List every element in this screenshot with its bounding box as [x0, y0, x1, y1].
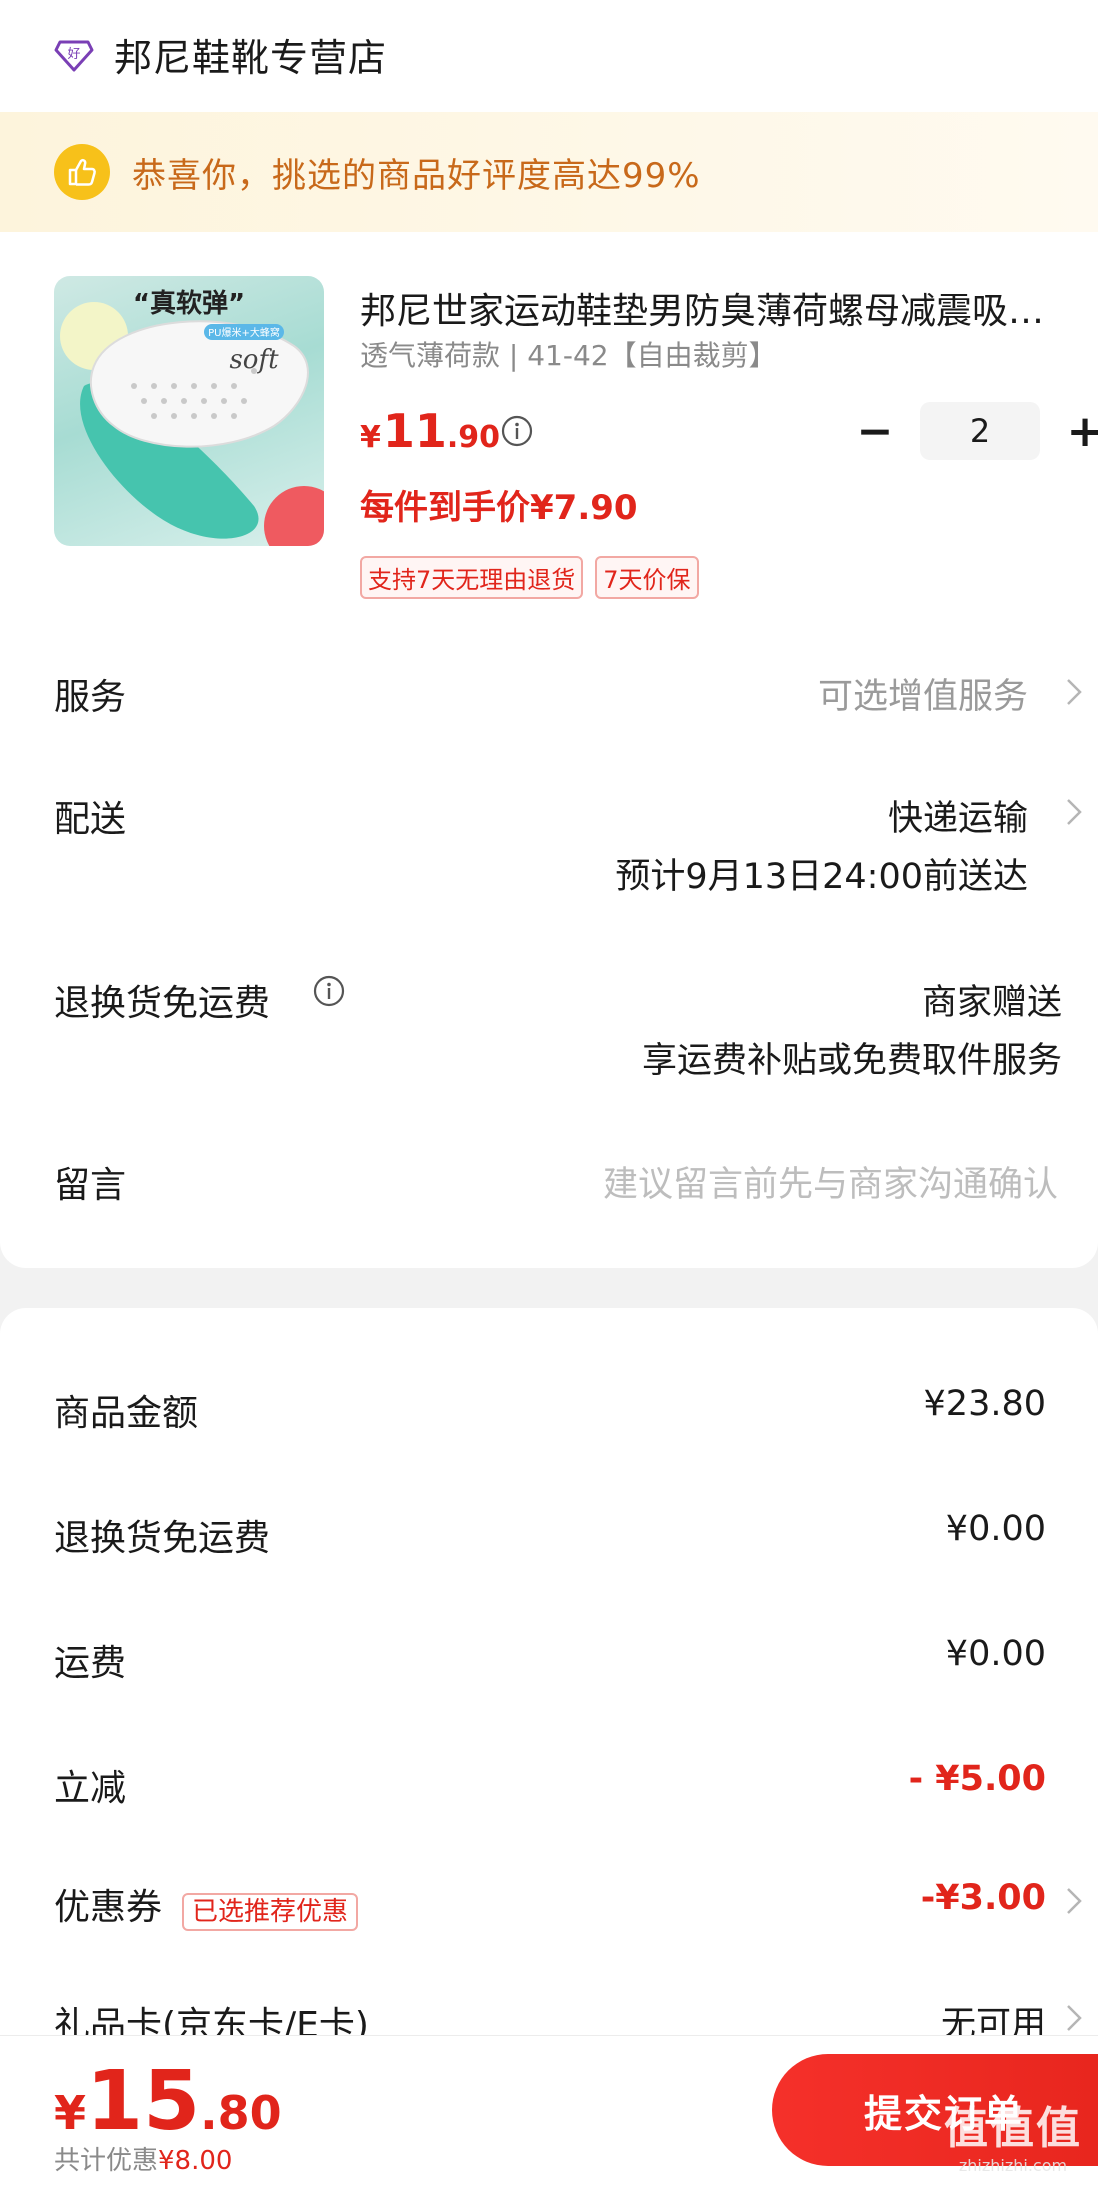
return-freight-fee-value: ¥0.00	[945, 1509, 1046, 1549]
return-policy-tag: 支持7天无理由退货	[360, 556, 584, 599]
return-freight-label: 退换货免运费	[54, 983, 271, 1024]
return-freight-sub: 享运费补贴或免费取件服务	[641, 1041, 1062, 1081]
chevron-right-icon[interactable]	[1062, 2000, 1086, 2036]
service-tags: 支持7天无理由退货 7天价保	[360, 556, 699, 599]
coupon-tag: 已选推荐优惠	[182, 1892, 359, 1931]
service-value[interactable]: 可选增值服务	[818, 668, 1028, 719]
increase-quantity-button[interactable]: +	[1060, 406, 1098, 457]
total-saving: 共计优惠¥8.00	[54, 2146, 233, 2176]
message-input[interactable]: 建议留言前先与商家沟通确认	[603, 1156, 1058, 1207]
price-info-icon[interactable]	[500, 414, 534, 448]
banner-text: 恭喜你，挑选的商品好评度高达99%	[132, 155, 701, 196]
praise-banner: 恭喜你，挑选的商品好评度高达99%	[0, 112, 1098, 232]
per-item-price: 每件到手价¥7.90	[360, 488, 638, 528]
chevron-right-icon[interactable]	[1062, 794, 1086, 830]
order-items-card: 好 邦尼鞋靴专营店 恭喜你，挑选的商品好评度高达99% “真软弹” PU爆米+大…	[0, 0, 1098, 1268]
coupon-value[interactable]: -¥3.00	[921, 1878, 1046, 1918]
shop-name[interactable]: 邦尼鞋靴专营店	[114, 27, 387, 82]
instant-discount-value: - ¥5.00	[908, 1759, 1046, 1799]
delivery-label: 配送	[54, 799, 127, 840]
product-image[interactable]: “真软弹” PU爆米+大蜂窝 soft	[54, 276, 324, 546]
return-freight-fee-label: 退换货免运费	[54, 1518, 271, 1559]
order-total: ¥ 15 .80	[54, 2054, 282, 2149]
svg-text:“真软弹”: “真软弹”	[133, 289, 245, 319]
svg-text:PU爆米+大蜂窝: PU爆米+大蜂窝	[208, 326, 280, 339]
instant-discount-label: 立减	[54, 1768, 127, 1809]
price-protect-tag: 7天价保	[595, 556, 699, 599]
unit-price: ¥ 11 .90	[360, 404, 501, 458]
freight-value: ¥0.00	[945, 1634, 1046, 1674]
product-title[interactable]: 邦尼世家运动鞋垫男防臭薄荷螺母减震吸汗透气	[360, 282, 1060, 334]
coupon-row[interactable]: 优惠券 已选推荐优惠	[54, 1878, 359, 1931]
product-spec[interactable]: 透气薄荷款 | 41-42【自由裁剪】	[360, 334, 777, 374]
good-shop-gem-icon: 好	[54, 40, 94, 72]
service-label: 服务	[54, 677, 127, 718]
return-freight-info-icon[interactable]	[312, 974, 346, 1008]
goods-amount-value: ¥23.80	[923, 1384, 1046, 1424]
svg-text:soft: soft	[229, 345, 279, 375]
chevron-right-icon[interactable]	[1062, 674, 1086, 710]
site-watermark: 值值值 zhizhizhi.com	[944, 2103, 1082, 2175]
quantity-input[interactable]: 2	[920, 402, 1040, 460]
delivery-eta: 预计9月13日24:00前送达	[615, 857, 1028, 897]
delivery-method[interactable]: 快递运输	[888, 790, 1028, 841]
decrease-quantity-button[interactable]: −	[850, 406, 900, 457]
freight-label: 运费	[54, 1643, 127, 1684]
return-freight-value: 商家赠送	[921, 983, 1062, 1023]
goods-amount-label: 商品金额	[54, 1393, 199, 1434]
shop-header[interactable]: 好 邦尼鞋靴专营店	[0, 0, 1098, 108]
quantity-stepper[interactable]: − 2 +	[850, 402, 1098, 460]
svg-text:好: 好	[67, 47, 80, 62]
thumbs-up-icon	[54, 144, 110, 200]
checkout-bar: ¥ 15 .80 共计优惠¥8.00 提交订单 值值值 zhizhizhi.co…	[0, 2035, 1098, 2185]
message-label: 留言	[54, 1165, 127, 1206]
coupon-label: 优惠券	[54, 1887, 163, 1928]
chevron-right-icon[interactable]	[1062, 1883, 1086, 1919]
